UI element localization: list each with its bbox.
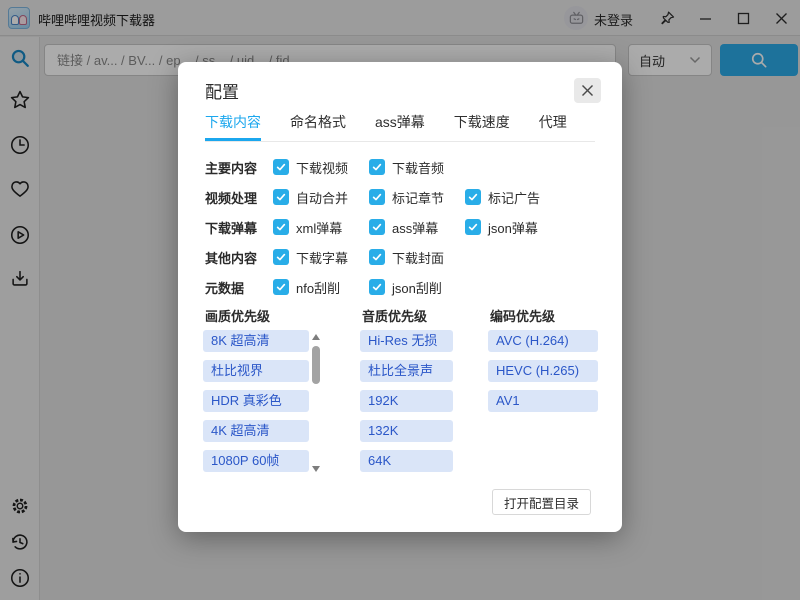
option-label: 标记章节 — [392, 190, 445, 206]
option-json弹幕: json弹幕 — [465, 218, 538, 237]
priority-item[interactable]: 64K — [360, 450, 453, 472]
option-label: json弹幕 — [488, 220, 538, 236]
priority-list-编码优先级: 编码优先级 AVC (H.264) HEVC (H.265) AV1 — [488, 306, 600, 420]
row-label: 元数据 — [205, 280, 245, 296]
priority-item[interactable]: 8K 超高清 — [203, 330, 309, 352]
checkbox[interactable] — [273, 159, 289, 175]
config-rows: 主要内容 下载视频 下载音频视频处理 自动合并 标记章节 标记广告下载弹幕 xml弹幕 ass… — [205, 152, 595, 302]
option-label: 标记广告 — [488, 190, 541, 206]
check-icon — [372, 283, 382, 291]
priority-item[interactable]: 杜比全景声 — [360, 360, 453, 382]
row-label: 其他内容 — [205, 250, 258, 266]
priority-item[interactable]: 1080P 60帧 — [203, 450, 309, 472]
checkbox[interactable] — [465, 219, 481, 235]
option-label: 下载字幕 — [296, 250, 349, 266]
priority-item[interactable]: 杜比视界 — [203, 360, 309, 382]
scroll-up-icon[interactable] — [312, 334, 320, 340]
priority-item[interactable]: 4K 超高清 — [203, 420, 309, 442]
dialog-title: 配置 — [205, 83, 239, 102]
option-标记广告: 标记广告 — [465, 188, 540, 207]
tab-代理[interactable]: 代理 — [539, 112, 567, 141]
priority-list-title: 编码优先级 — [490, 309, 556, 324]
check-icon — [276, 283, 286, 291]
priority-item[interactable]: AV1 — [488, 390, 598, 412]
checkbox[interactable] — [465, 189, 481, 205]
priority-list-画质优先级: 画质优先级 8K 超高清 杜比视界 HDR 真彩色 4K 超高清 1080P 60帧 — [203, 306, 353, 480]
scroll-down-icon[interactable] — [312, 466, 320, 472]
check-icon — [276, 193, 286, 201]
open-config-dir-button[interactable]: 打开配置目录 — [491, 489, 591, 515]
checkbox[interactable] — [273, 249, 289, 265]
check-icon — [276, 163, 286, 171]
priority-list-title: 音质优先级 — [362, 309, 428, 324]
option-label: 自动合并 — [296, 190, 349, 206]
row-label: 下载弹幕 — [205, 220, 258, 236]
config-row: 其他内容 下载字幕 下载封面 — [205, 242, 595, 272]
option-自动合并: 自动合并 — [273, 188, 369, 207]
config-row: 主要内容 下载视频 下载音频 — [205, 152, 595, 182]
checkbox[interactable] — [273, 189, 289, 205]
priority-item[interactable]: 192K — [360, 390, 453, 412]
dialog-close-button[interactable] — [574, 78, 601, 103]
option-xml弹幕: xml弹幕 — [273, 218, 369, 237]
close-icon — [582, 85, 593, 96]
priority-list-title: 画质优先级 — [205, 309, 271, 324]
checkbox[interactable] — [273, 279, 289, 295]
option-下载视频: 下载视频 — [273, 158, 369, 177]
config-row: 视频处理 自动合并 标记章节 标记广告 — [205, 182, 595, 212]
option-下载音频: 下载音频 — [369, 158, 444, 177]
tab-命名格式[interactable]: 命名格式 — [290, 112, 346, 141]
checkbox[interactable] — [369, 159, 385, 175]
scrollbar-thumb[interactable] — [312, 346, 320, 384]
option-标记章节: 标记章节 — [369, 188, 465, 207]
row-label: 主要内容 — [205, 160, 258, 176]
checkbox[interactable] — [369, 189, 385, 205]
tab-ass弹幕[interactable]: ass弹幕 — [375, 112, 425, 141]
check-icon — [372, 193, 382, 201]
option-label: xml弹幕 — [296, 220, 343, 236]
check-icon — [372, 223, 382, 231]
checkbox[interactable] — [369, 249, 385, 265]
app-window: 哔哩哔哩视频下载器 未登录 自动 — [0, 0, 800, 600]
priority-item[interactable]: Hi-Res 无损 — [360, 330, 453, 352]
check-icon — [468, 223, 478, 231]
option-label: ass弹幕 — [392, 220, 439, 236]
checkbox[interactable] — [273, 219, 289, 235]
checkbox[interactable] — [369, 219, 385, 235]
option-label: 下载音频 — [392, 160, 445, 176]
config-row: 下载弹幕 xml弹幕 ass弹幕 json弹幕 — [205, 212, 595, 242]
option-label: 下载视频 — [296, 160, 349, 176]
option-下载封面: 下载封面 — [369, 248, 444, 267]
tab-下载速度[interactable]: 下载速度 — [454, 112, 510, 141]
priority-item[interactable]: AVC (H.264) — [488, 330, 598, 352]
option-下载字幕: 下载字幕 — [273, 248, 369, 267]
config-row: 元数据 nfo刮削 json刮削 — [205, 272, 595, 302]
check-icon — [468, 193, 478, 201]
priority-item[interactable]: 132K — [360, 420, 453, 442]
priority-item[interactable]: HDR 真彩色 — [203, 390, 309, 412]
check-icon — [276, 253, 286, 261]
option-json刮削: json刮削 — [369, 278, 442, 297]
check-icon — [276, 223, 286, 231]
priority-item[interactable]: HEVC (H.265) — [488, 360, 598, 382]
dialog-tabbar: 下载内容 命名格式 ass弹幕 下载速度 代理 — [205, 112, 595, 142]
option-label: json刮削 — [392, 280, 442, 296]
check-icon — [372, 253, 382, 261]
tab-下载内容[interactable]: 下载内容 — [205, 112, 261, 141]
priority-list-音质优先级: 音质优先级 Hi-Res 无损 杜比全景声 192K 132K 64K — [360, 306, 487, 480]
option-label: 下载封面 — [392, 250, 445, 266]
row-label: 视频处理 — [205, 190, 258, 206]
check-icon — [372, 163, 382, 171]
option-label: nfo刮削 — [296, 280, 341, 296]
config-dialog: 配置 下载内容 命名格式 ass弹幕 下载速度 代理 主要内容 下载视频 下载音频 视频处理自… — [178, 62, 622, 532]
option-ass弹幕: ass弹幕 — [369, 218, 465, 237]
checkbox[interactable] — [369, 279, 385, 295]
scrollbar[interactable] — [311, 332, 321, 474]
option-nfo刮削: nfo刮削 — [273, 278, 369, 297]
